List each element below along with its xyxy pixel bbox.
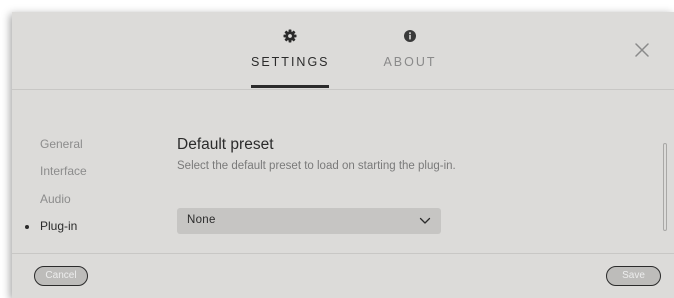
sidebar-item-interface[interactable]: Interface [40,164,87,182]
sidebar-item-general[interactable]: General [40,137,83,155]
gear-icon [283,29,297,43]
sidebar-item-label: Audio [40,192,71,206]
sidebar-item-label: Plug-in [40,219,78,233]
sidebar-item-label: General [40,137,83,151]
tab-settings[interactable]: SETTINGS [251,12,329,89]
cancel-button[interactable]: Cancel [34,266,88,286]
settings-dialog: SETTINGS ABOUT General Interface Audio P… [12,12,674,298]
sidebar-item-label: Interface [40,164,87,178]
dialog-footer: Cancel Save [12,253,674,298]
section-description: Select the default preset to load on sta… [177,160,456,172]
default-preset-select[interactable]: None [177,208,441,234]
tab-settings-label: SETTINGS [251,55,330,69]
section-title: Default preset [177,136,274,153]
sidebar-item-audio[interactable]: Audio [40,192,71,210]
tab-about-label: ABOUT [383,55,437,69]
sidebar-item-plug-in[interactable]: Plug-in [25,219,78,237]
info-icon [404,30,416,42]
tab-about[interactable]: ABOUT [380,12,440,89]
content-scrollbar[interactable] [663,143,667,231]
chevron-down-icon [419,217,431,224]
dialog-header: SETTINGS ABOUT [12,12,674,90]
close-icon[interactable] [634,42,650,58]
active-item-bullet [25,225,29,229]
active-tab-indicator [251,85,329,88]
select-value: None [187,214,216,226]
save-button[interactable]: Save [606,266,661,286]
